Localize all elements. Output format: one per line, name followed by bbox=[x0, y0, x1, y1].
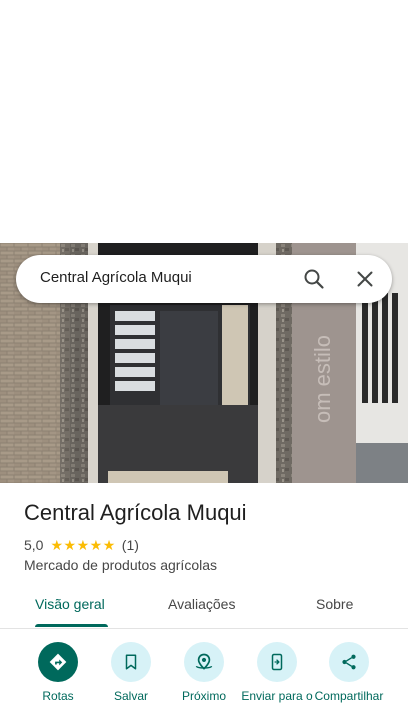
bookmark-icon bbox=[111, 642, 151, 682]
send-to-phone-icon bbox=[257, 642, 297, 682]
share-label: Compartilhar bbox=[314, 689, 384, 703]
place-title: Central Agrícola Muqui bbox=[24, 500, 247, 525]
star-rating: ★ ★ ★ ★ ★ bbox=[50, 538, 115, 552]
place-category: Mercado de produtos agrícolas bbox=[24, 557, 217, 573]
send-to-phone-label: Enviar para o bbox=[241, 689, 313, 703]
star-icon: ★ bbox=[89, 537, 103, 553]
directions-label: Rotas bbox=[42, 689, 74, 703]
close-icon[interactable] bbox=[353, 267, 377, 291]
tab-bar: Visão geral Avaliações Sobre bbox=[0, 586, 408, 629]
tab-overview[interactable]: Visão geral bbox=[35, 596, 105, 612]
share-button[interactable]: Compartilhar bbox=[313, 642, 385, 703]
star-icon: ★ bbox=[102, 537, 116, 553]
nearby-icon bbox=[184, 642, 224, 682]
rating-row[interactable]: 5,0 ★ ★ ★ ★ ★ (1) bbox=[24, 536, 139, 554]
send-to-phone-button[interactable]: Enviar para o bbox=[241, 642, 313, 703]
map-area-blank bbox=[0, 0, 408, 243]
tab-reviews[interactable]: Avaliações bbox=[168, 596, 235, 612]
directions-icon bbox=[38, 642, 78, 682]
nearby-label: Próximo bbox=[181, 689, 226, 703]
star-icon: ★ bbox=[50, 537, 64, 553]
save-label: Salvar bbox=[113, 689, 148, 703]
star-icon: ★ bbox=[63, 537, 77, 553]
review-count[interactable]: (1) bbox=[122, 537, 139, 553]
directions-button[interactable]: Rotas bbox=[22, 642, 94, 703]
rating-value: 5,0 bbox=[24, 537, 44, 553]
star-icon: ★ bbox=[76, 537, 90, 553]
action-bar: Rotas Salvar Próximo Enviar para o Compa… bbox=[0, 642, 408, 726]
nearby-button[interactable]: Próximo bbox=[168, 642, 240, 703]
share-icon bbox=[329, 642, 369, 682]
wall-sign-text: om estilo bbox=[310, 335, 335, 423]
search-bar[interactable]: Central Agrícola Muqui bbox=[16, 255, 392, 303]
search-query[interactable]: Central Agrícola Muqui bbox=[40, 269, 192, 286]
tab-about[interactable]: Sobre bbox=[316, 596, 353, 612]
active-tab-indicator bbox=[35, 624, 108, 627]
search-icon[interactable] bbox=[302, 267, 326, 291]
save-button[interactable]: Salvar bbox=[95, 642, 167, 703]
